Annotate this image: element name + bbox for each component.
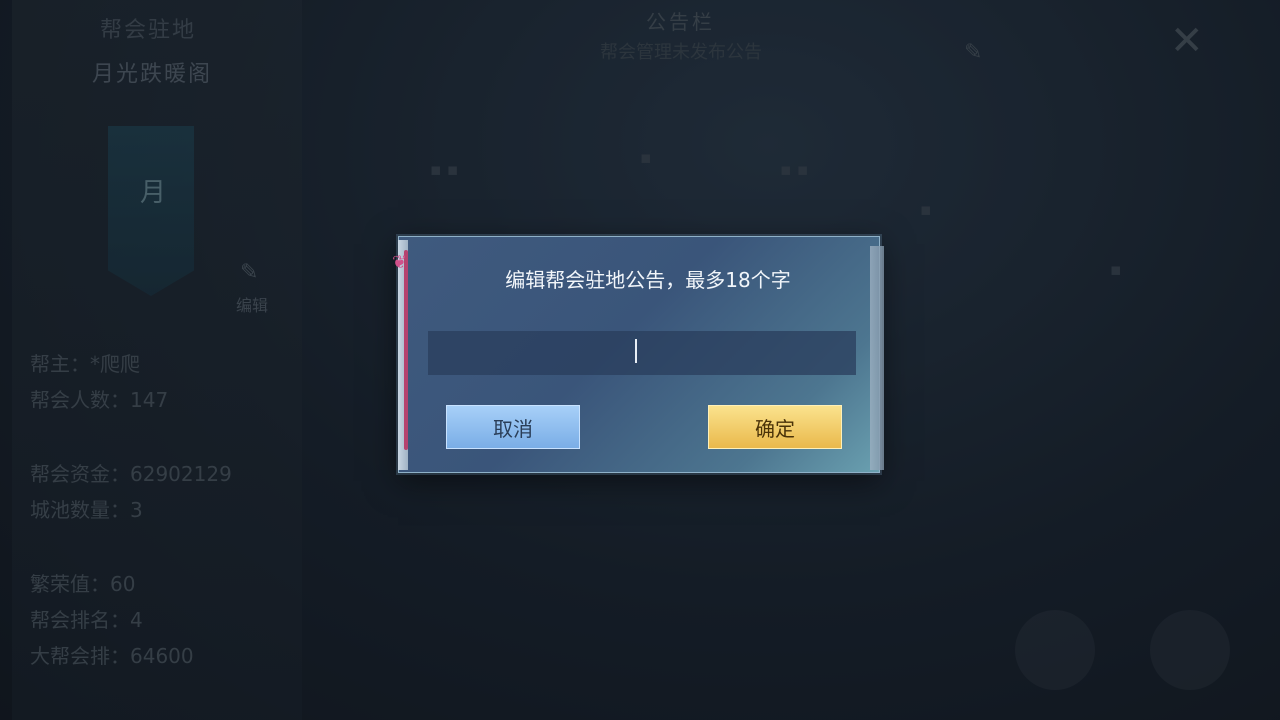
confirm-button[interactable]: 确定 (708, 405, 842, 449)
cancel-button[interactable]: 取消 (446, 405, 580, 449)
dialog-title: 编辑帮会驻地公告，最多18个字 (505, 268, 791, 292)
notice-input[interactable] (428, 331, 856, 375)
text-caret (635, 339, 637, 363)
